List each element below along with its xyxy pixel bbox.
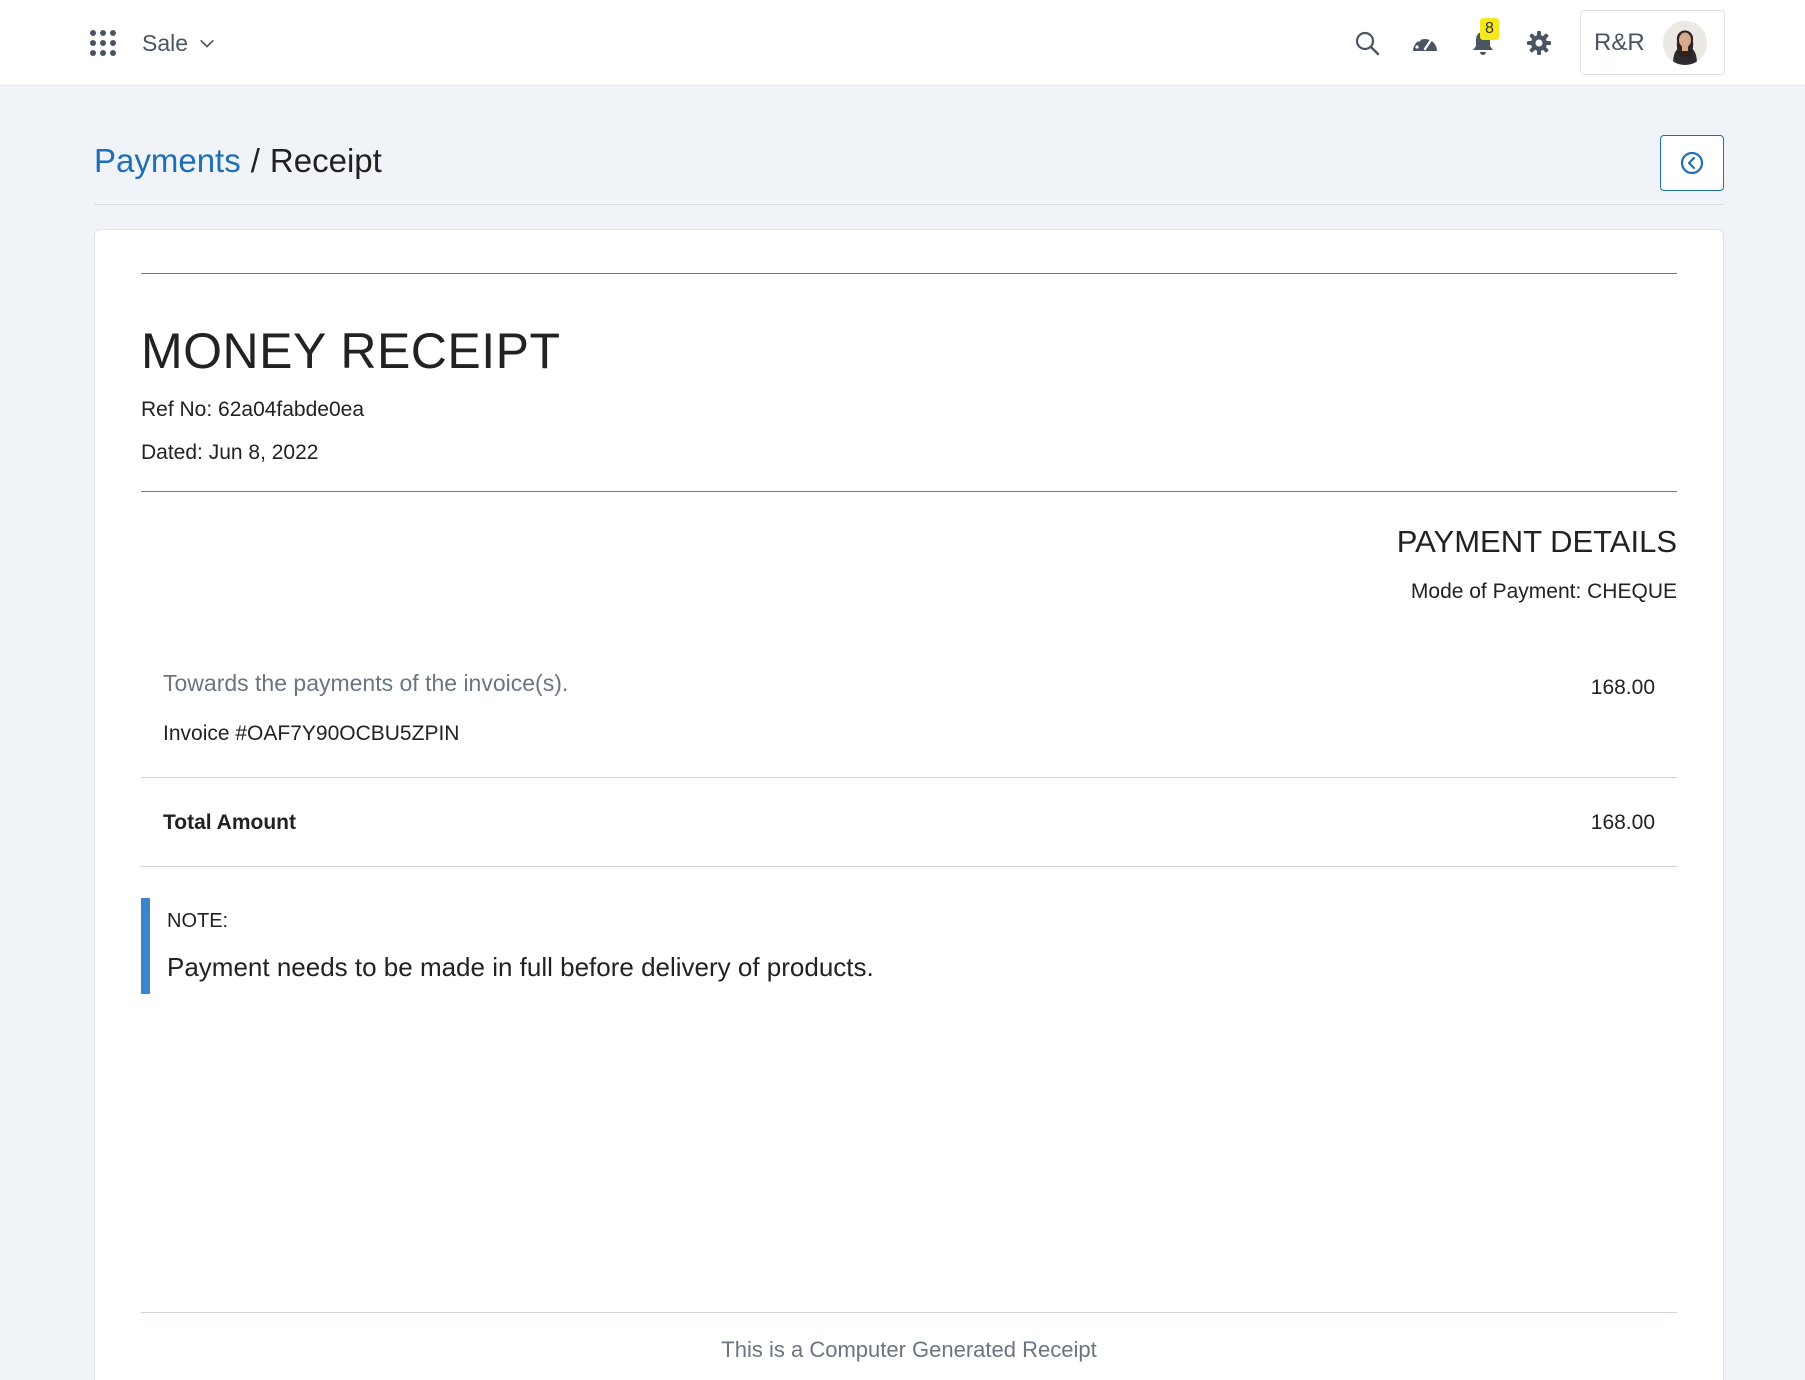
towards-text: Towards the payments of the invoice(s). <box>163 670 569 696</box>
notification-count-badge: 8 <box>1480 18 1499 40</box>
breadcrumb-separator: / <box>250 142 260 179</box>
chevron-down-icon <box>200 39 214 48</box>
dashboard-gauge-icon <box>1413 35 1437 51</box>
note-text: Payment needs to be made in full before … <box>167 952 874 982</box>
top-divider <box>141 273 1677 274</box>
footer-divider <box>141 1312 1677 1313</box>
breadcrumb: Payments / Receipt <box>94 142 382 180</box>
line-divider <box>141 777 1677 778</box>
total-amount-value: 168.00 <box>1590 811 1655 834</box>
meta-divider <box>141 491 1677 492</box>
note-label: NOTE: <box>167 910 229 932</box>
note-block: NOTE: Payment needs to be made in full b… <box>141 898 1677 994</box>
breadcrumb-payments-link[interactable]: Payments <box>94 142 241 180</box>
breadcrumb-current: Receipt <box>269 142 382 179</box>
gear-icon <box>1527 31 1551 55</box>
invoice-number: Invoice #OAF7Y90OCBU5ZPIN <box>163 722 460 745</box>
app-switcher[interactable]: Sale <box>142 28 216 58</box>
user-initials: R&R <box>1594 28 1645 56</box>
settings-button[interactable] <box>1522 26 1556 60</box>
ref-number: Ref No: 62a04fabde0ea <box>141 398 365 421</box>
avatar <box>1662 20 1707 65</box>
total-amount-label: Total Amount <box>163 811 296 834</box>
chevron-left-circle-icon <box>1680 151 1704 175</box>
header-divider <box>94 204 1724 205</box>
receipt-date: Dated: Jun 8, 2022 <box>141 441 319 464</box>
line-amount: 168.00 <box>1590 676 1655 699</box>
app-switcher-label: Sale <box>142 29 189 56</box>
receipt-card: MONEY RECEIPT Ref No: 62a04fabde0ea Date… <box>94 229 1724 1380</box>
top-navbar: Sale 8 R&R <box>0 0 1805 86</box>
total-divider <box>141 866 1677 867</box>
dashboard-button[interactable] <box>1408 26 1442 60</box>
mode-of-payment: Mode of Payment: CHEQUE <box>1410 580 1677 603</box>
receipt-title: MONEY RECEIPT <box>141 323 561 379</box>
user-menu[interactable]: R&R <box>1580 10 1725 75</box>
search-button[interactable] <box>1350 26 1384 60</box>
search-icon <box>1355 31 1380 56</box>
payment-details-title: PAYMENT DETAILS <box>1396 524 1677 559</box>
apps-grid-icon[interactable] <box>90 30 116 56</box>
back-button[interactable] <box>1660 135 1724 191</box>
footer-text: This is a Computer Generated Receipt <box>721 1337 1097 1362</box>
